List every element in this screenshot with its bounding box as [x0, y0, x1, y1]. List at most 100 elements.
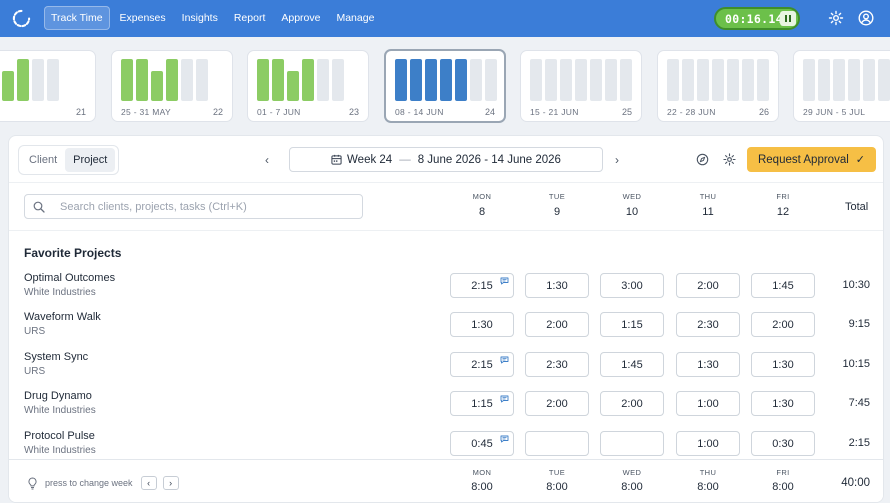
time-entry-cell[interactable]: 1:15	[450, 391, 514, 416]
day-total-value: 8:00	[772, 481, 794, 493]
time-entry-cell[interactable]	[600, 431, 664, 456]
time-entry-value: 1:30	[471, 318, 493, 331]
nav-item-expenses[interactable]: Expenses	[114, 6, 172, 30]
note-comment-icon[interactable]	[500, 395, 509, 403]
time-entry-value: 2:00	[546, 318, 568, 331]
day-number: 9	[553, 206, 561, 218]
time-entry-cell[interactable]: 2:00	[525, 312, 589, 337]
compass-icon[interactable]	[696, 153, 709, 166]
next-week-key-icon[interactable]: ›	[162, 476, 179, 490]
day-bar	[485, 59, 497, 101]
settings-gear-icon[interactable]	[828, 10, 844, 26]
time-entry-cell[interactable]: 1:30	[751, 352, 815, 377]
time-entry-cell[interactable]: 1:30	[676, 352, 740, 377]
week-card[interactable]: 15 - 21 JUN 25	[520, 50, 642, 122]
time-entry-cell[interactable]: 2:30	[525, 352, 589, 377]
time-entry-cell[interactable]: 2:00	[525, 391, 589, 416]
time-entry-cell[interactable]: 3:00	[600, 273, 664, 298]
lightbulb-icon	[28, 476, 37, 489]
app-logo-icon[interactable]	[12, 9, 31, 28]
day-bar	[727, 59, 739, 101]
day-column-header: MON 8	[450, 192, 514, 218]
note-comment-icon[interactable]	[500, 277, 509, 285]
week-card-range: 01 - 7 JUN	[257, 107, 301, 117]
project-row: System Sync URS 2:15 2:30 1:45 1:30 1:30 10:15	[9, 351, 883, 391]
week-card[interactable]: 01 - 7 JUN 23	[247, 50, 369, 122]
week-card[interactable]: 25 - 31 MAY 22	[111, 50, 233, 122]
time-entry-value: 0:45	[471, 437, 493, 450]
nav-item-manage[interactable]: Manage	[330, 6, 380, 30]
keyboard-hint: press to change week ‹ ›	[27, 476, 179, 490]
client-name: URS	[24, 326, 46, 337]
day-name: TUE	[548, 468, 566, 477]
timer-value: 00:16.14	[725, 11, 783, 26]
note-comment-icon[interactable]	[500, 356, 509, 364]
time-entry-cell[interactable]: 1:00	[676, 391, 740, 416]
user-account-icon[interactable]	[858, 10, 874, 26]
client-name: White Industries	[24, 405, 96, 416]
day-bar	[818, 59, 830, 101]
day-bar	[410, 59, 422, 101]
time-entry-cell[interactable]: 1:30	[751, 391, 815, 416]
request-approval-button[interactable]: Request Approval ✓	[747, 147, 876, 172]
day-bar	[560, 59, 572, 101]
time-entry-cell[interactable]: 1:30	[525, 273, 589, 298]
previous-week-chevron-icon[interactable]: ‹	[265, 153, 269, 167]
week-selector-strip: 4 MAY21 25 - 31 MAY 22 01 - 7 JUN 23 08 - 14 …	[0, 48, 890, 124]
panel-settings-gear-icon[interactable]	[723, 153, 736, 166]
nav-item-report[interactable]: Report	[228, 6, 272, 30]
nav-item-track-time[interactable]: Track Time	[44, 6, 110, 30]
day-total: TUE 8:00	[525, 468, 589, 493]
project-name[interactable]: System Sync	[24, 351, 88, 363]
time-entry-cell[interactable]	[525, 431, 589, 456]
project-name[interactable]: Optimal Outcomes	[24, 272, 115, 284]
day-total-value: 8:00	[471, 481, 493, 493]
time-entry-cell[interactable]: 2:15	[450, 273, 514, 298]
time-entry-cell[interactable]: 1:15	[600, 312, 664, 337]
pause-icon[interactable]	[780, 11, 796, 26]
day-bar	[32, 59, 44, 101]
time-entry-cell[interactable]: 2:00	[600, 391, 664, 416]
nav-item-insights[interactable]: Insights	[176, 6, 224, 30]
project-name[interactable]: Drug Dynamo	[24, 390, 92, 402]
time-entry-cell[interactable]: 1:45	[751, 273, 815, 298]
week-card-range: 08 - 14 JUN	[395, 107, 444, 117]
day-bar	[742, 59, 754, 101]
note-comment-icon[interactable]	[500, 435, 509, 443]
week-card[interactable]: 4 MAY21	[0, 50, 96, 122]
day-bar	[2, 71, 14, 101]
time-entry-value: 0:30	[772, 437, 794, 450]
time-entry-cell[interactable]: 0:30	[751, 431, 815, 456]
next-week-chevron-icon[interactable]: ›	[615, 153, 619, 167]
week-card[interactable]: 29 JUN - 5 JUL27	[793, 50, 890, 122]
project-name[interactable]: Protocol Pulse	[24, 430, 95, 442]
time-entry-cell[interactable]: 2:30	[676, 312, 740, 337]
day-bar	[575, 59, 587, 101]
toggle-client[interactable]: Client	[21, 148, 65, 172]
project-row: Drug Dynamo White Industries 1:15 2:00 2:00 1…	[9, 390, 883, 430]
toggle-project[interactable]: Project	[65, 148, 116, 172]
time-entry-cell[interactable]: 0:45	[450, 431, 514, 456]
week-date-range: 8 June 2026 - 14 June 2026	[417, 153, 561, 166]
nav-item-approve[interactable]: Approve	[275, 6, 326, 30]
running-timer[interactable]: 00:16.14	[714, 7, 800, 30]
search-box[interactable]	[24, 194, 363, 219]
search-input[interactable]	[60, 200, 350, 213]
time-entry-cell[interactable]: 1:30	[450, 312, 514, 337]
time-entry-cell[interactable]: 2:00	[751, 312, 815, 337]
time-entry-cell[interactable]: 2:15	[450, 352, 514, 377]
day-bar	[757, 59, 769, 101]
project-name[interactable]: Waveform Walk	[24, 311, 101, 323]
time-entry-cell[interactable]: 1:00	[676, 431, 740, 456]
week-card[interactable]: 08 - 14 JUN 24	[384, 49, 506, 123]
day-total-value: 8:00	[546, 481, 568, 493]
time-entry-cell[interactable]: 1:45	[600, 352, 664, 377]
week-card-number: 22	[212, 107, 223, 117]
row-total: 10:30	[842, 279, 870, 291]
week-range-picker[interactable]: Week 24 — 8 June 2026 - 14 June 2026	[289, 147, 603, 172]
time-entry-value: 2:15	[471, 358, 493, 371]
day-bar	[47, 59, 59, 101]
week-card[interactable]: 22 - 28 JUN 26	[657, 50, 779, 122]
time-entry-cell[interactable]: 2:00	[676, 273, 740, 298]
prev-week-key-icon[interactable]: ‹	[140, 476, 157, 490]
